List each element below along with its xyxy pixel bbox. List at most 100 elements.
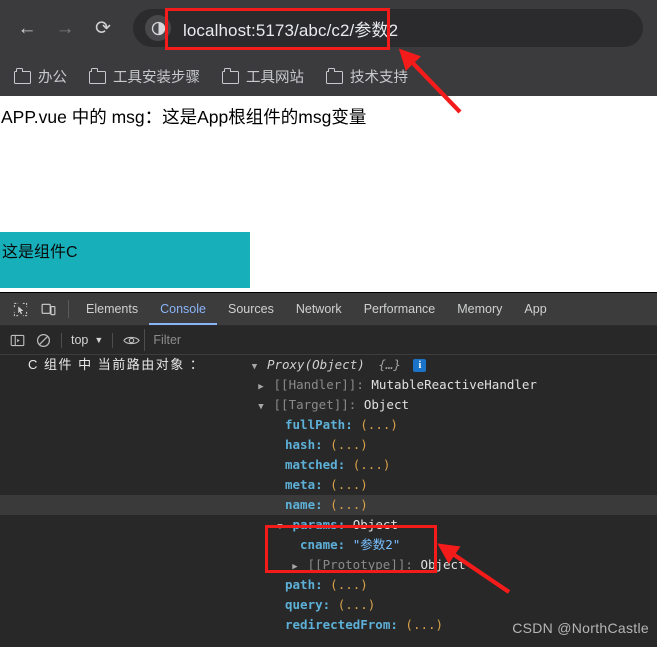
disclosure-triangle-icon[interactable] — [290, 557, 300, 577]
property-key: cname — [300, 537, 338, 552]
component-c-box: 这是组件C — [0, 232, 250, 288]
back-arrow-icon: ← — [17, 17, 37, 39]
devtools-tabbar: Elements Console Sources Network Perform… — [0, 293, 657, 326]
bookmark-item[interactable]: 工具网站 — [222, 66, 304, 87]
property-value[interactable]: (...) — [338, 597, 376, 612]
property-key: matched — [285, 457, 338, 472]
console-tree-row[interactable]: [[Handler]]: MutableReactiveHandler — [0, 375, 657, 395]
property-key: redirectedFrom — [285, 617, 391, 632]
bookmark-item[interactable]: 办公 — [14, 66, 67, 87]
property-value[interactable]: (...) — [405, 617, 443, 632]
console-filterbar: top ▼ — [0, 326, 657, 355]
toolbar-divider — [68, 300, 69, 318]
property-value[interactable]: (...) — [330, 437, 368, 452]
browser-chrome: ← → ⟳ localhost:5173/abc/c2/参数2 办公 工具安装步… — [0, 0, 657, 96]
folder-icon — [89, 68, 106, 84]
console-tree-row[interactable]: meta: (...) — [0, 475, 657, 495]
eye-icon[interactable] — [118, 327, 144, 353]
forward-button[interactable]: → — [48, 11, 82, 45]
tab-performance[interactable]: Performance — [353, 293, 447, 325]
tab-sources[interactable]: Sources — [217, 293, 285, 325]
site-info-icon[interactable] — [145, 15, 171, 41]
device-toolbar-icon[interactable] — [34, 293, 62, 325]
disclosure-triangle-icon[interactable] — [256, 377, 266, 397]
devtools-panel: Elements Console Sources Network Perform… — [0, 292, 657, 647]
bookmark-item[interactable]: 工具安装步骤 — [89, 66, 200, 87]
property-value: Object — [420, 557, 466, 572]
property-key: params — [292, 517, 338, 532]
forward-arrow-icon: → — [55, 17, 75, 39]
property-value[interactable]: (...) — [360, 417, 398, 432]
tab-label: Performance — [363, 302, 436, 316]
property-value[interactable]: (...) — [330, 477, 368, 492]
tab-memory[interactable]: Memory — [446, 293, 513, 325]
console-output[interactable]: C 组件 中 当前路由对象 ： Proxy(Object) {…} i [[Ha… — [0, 355, 657, 647]
bookmark-label: 办公 — [38, 69, 67, 86]
tab-label: Console — [160, 302, 206, 316]
property-key: hash — [285, 437, 316, 452]
address-bar[interactable]: localhost:5173/abc/c2/参数2 — [133, 9, 643, 47]
component-c-label: 这是组件C — [2, 244, 78, 261]
property-value: "参数2" — [352, 537, 401, 552]
property-value[interactable]: (...) — [330, 577, 368, 592]
console-tree-row[interactable]: fullPath: (...) — [0, 415, 657, 435]
tab-label: Elements — [86, 302, 139, 316]
tab-label: Network — [295, 302, 342, 316]
tab-application[interactable]: App — [513, 293, 557, 325]
property-value: Object — [352, 517, 398, 532]
bookmarks-bar: 办公 工具安装步骤 工具网站 技术支持 — [0, 56, 657, 96]
bookmark-label: 技术支持 — [350, 69, 408, 86]
object-preview: {…} — [378, 357, 401, 372]
property-value: MutableReactiveHandler — [371, 377, 537, 392]
tab-label: App — [524, 302, 547, 316]
address-bar-url[interactable]: localhost:5173/abc/c2/参数2 — [183, 16, 398, 41]
disclosure-triangle-icon[interactable] — [256, 397, 266, 417]
tab-console[interactable]: Console — [149, 293, 217, 325]
bookmark-label: 工具网站 — [246, 69, 304, 86]
tab-elements[interactable]: Elements — [75, 293, 149, 325]
console-log-label: C 组件 中 当前路由对象 ： — [28, 357, 205, 372]
tab-label: Sources — [227, 302, 274, 316]
watermark: CSDN @NorthCastle — [512, 620, 649, 636]
console-tree-row-cname[interactable]: cname: "参数2" — [0, 535, 657, 555]
property-value: Object — [363, 397, 410, 412]
property-key: [[Handler]] — [273, 377, 357, 392]
console-tree-row[interactable]: [[Prototype]]: Object — [0, 555, 657, 575]
console-message[interactable]: C 组件 中 当前路由对象 ： Proxy(Object) {…} i — [0, 355, 657, 375]
folder-icon — [326, 68, 343, 84]
property-value[interactable]: (...) — [353, 457, 391, 472]
disclosure-triangle-icon[interactable] — [275, 517, 285, 537]
tab-label: Memory — [457, 302, 503, 316]
console-tree-row[interactable]: hash: (...) — [0, 435, 657, 455]
tab-network[interactable]: Network — [285, 293, 353, 325]
bookmark-label: 工具安装步骤 — [113, 69, 200, 86]
reload-button[interactable]: ⟳ — [86, 11, 120, 45]
back-button[interactable]: ← — [10, 11, 44, 45]
reload-icon: ⟳ — [95, 17, 111, 39]
folder-icon — [14, 68, 31, 84]
filterbar-divider — [61, 332, 62, 348]
filterbar-divider — [112, 332, 114, 348]
property-key: path — [285, 577, 316, 592]
console-filter-input[interactable] — [144, 329, 655, 351]
inspect-element-icon[interactable] — [6, 293, 34, 325]
sidebar-toggle-icon[interactable] — [4, 327, 30, 353]
bookmark-item[interactable]: 技术支持 — [326, 66, 408, 87]
console-tree-row[interactable]: path: (...) — [0, 575, 657, 595]
console-tree-row-params[interactable]: params: Object — [0, 515, 657, 535]
object-type-label: Proxy(Object) — [266, 357, 365, 372]
execution-context-selector[interactable]: top ▼ — [67, 333, 107, 347]
console-tree-row[interactable]: name: (...) — [0, 495, 657, 515]
console-tree-row[interactable]: matched: (...) — [0, 455, 657, 475]
property-key: [[Target]] — [273, 397, 349, 412]
property-key: fullPath — [285, 417, 346, 432]
clear-console-icon[interactable] — [30, 327, 56, 353]
disclosure-triangle-icon[interactable] — [249, 357, 259, 377]
app-msg-text: APP.vue 中的 msg：这是App根组件的msg变量 — [1, 107, 367, 127]
info-badge-icon[interactable]: i — [413, 359, 427, 372]
property-key: [[Prototype]] — [307, 557, 406, 572]
console-tree-row[interactable]: query: (...) — [0, 595, 657, 615]
page-viewport: APP.vue 中的 msg：这是App根组件的msg变量 这是组件C — [0, 96, 657, 292]
property-value[interactable]: (...) — [330, 497, 368, 512]
console-tree-row[interactable]: [[Target]]: Object — [0, 395, 657, 415]
